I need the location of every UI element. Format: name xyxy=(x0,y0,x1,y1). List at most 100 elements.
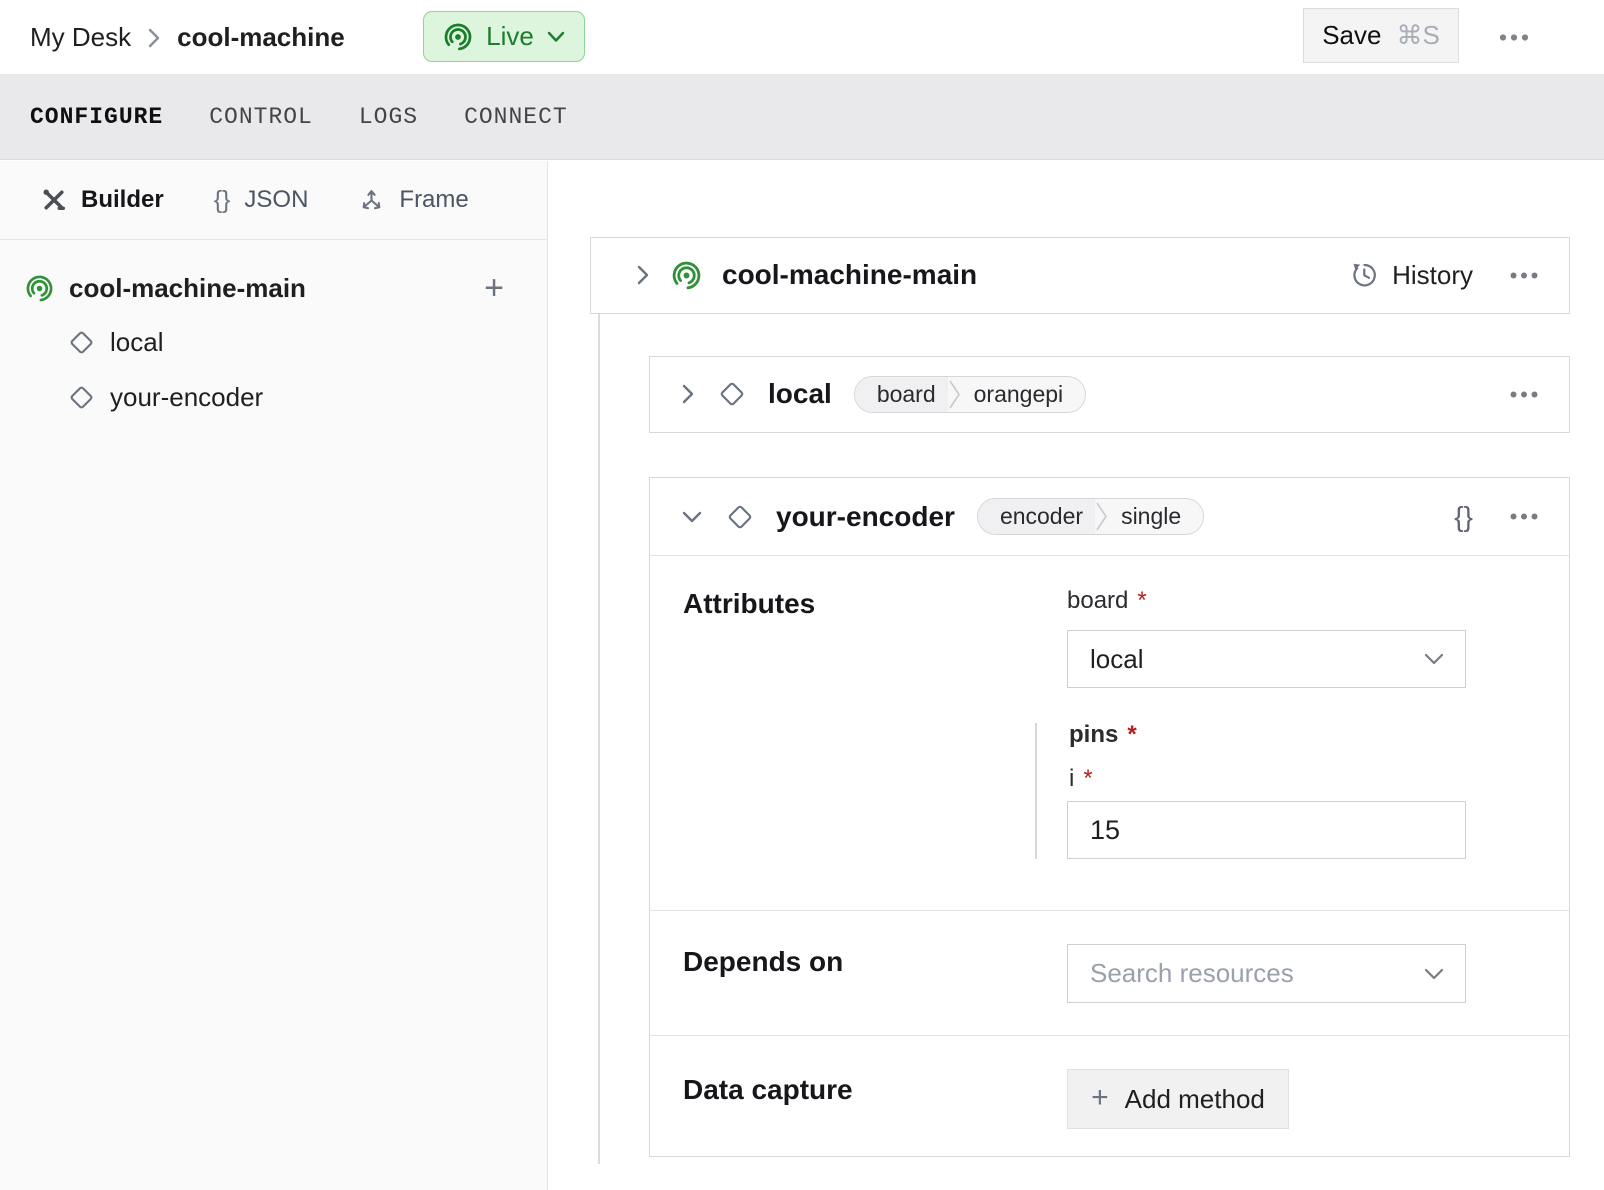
add-method-button[interactable]: + Add method xyxy=(1067,1069,1289,1129)
encoder-type-badge: encoder single xyxy=(977,498,1204,535)
breadcrumb: My Desk cool-machine xyxy=(30,0,345,74)
local-type-badge: board orangepi xyxy=(854,376,1086,413)
required-marker: * xyxy=(1137,587,1146,615)
tab-logs[interactable]: LOGS xyxy=(359,104,418,130)
live-status-dropdown[interactable]: Live xyxy=(423,11,585,62)
encoder-card-title: your-encoder xyxy=(776,501,955,533)
tree-item-machine-root[interactable]: cool-machine-main xyxy=(25,261,306,315)
ellipsis-icon xyxy=(1509,512,1539,521)
mode-json[interactable]: {} JSON xyxy=(214,186,309,215)
tree-item-label: local xyxy=(110,327,163,358)
depends-on-heading: Depends on xyxy=(683,946,843,978)
config-sidebar: Builder {} JSON Frame cool-machine-main … xyxy=(0,161,548,1190)
viam-logo-icon xyxy=(443,22,473,52)
tree-item-your-encoder[interactable]: your-encoder xyxy=(68,370,263,424)
mode-frame-label: Frame xyxy=(399,186,468,214)
machine-card-menu-button[interactable] xyxy=(1507,265,1541,286)
i-field-label: i * xyxy=(1069,765,1093,793)
tree-item-local[interactable]: local xyxy=(68,315,163,369)
history-button-label: History xyxy=(1392,260,1473,291)
i-label-text: i xyxy=(1069,765,1074,793)
viam-logo-icon xyxy=(671,260,702,291)
tab-connect[interactable]: CONNECT xyxy=(464,104,568,130)
mode-builder-label: Builder xyxy=(81,186,164,214)
board-select[interactable]: local xyxy=(1067,630,1466,688)
encoder-card-header: your-encoder encoder single {} xyxy=(650,478,1569,556)
tree-item-label: your-encoder xyxy=(110,382,263,413)
raw-json-toggle-button[interactable]: {} xyxy=(1454,501,1473,533)
component-diamond-icon xyxy=(718,380,746,408)
badge-model: orangepi xyxy=(964,377,1086,412)
pins-label-text: pins xyxy=(1069,721,1118,749)
board-select-value: local xyxy=(1090,644,1143,675)
pins-field-label: pins * xyxy=(1069,721,1137,749)
mode-builder[interactable]: Builder xyxy=(40,186,164,214)
board-field-label: board * xyxy=(1067,587,1147,615)
local-board-card: local board orangepi xyxy=(649,356,1570,433)
mode-frame[interactable]: Frame xyxy=(358,186,468,214)
ellipsis-icon xyxy=(1509,390,1539,399)
expand-local-button[interactable] xyxy=(680,382,696,406)
machine-card: cool-machine-main History xyxy=(590,237,1570,314)
tab-control[interactable]: CONTROL xyxy=(209,104,313,130)
expand-machine-button[interactable] xyxy=(635,263,651,287)
tree-item-label: cool-machine-main xyxy=(69,273,306,304)
badge-type: encoder xyxy=(978,499,1095,534)
save-button-label: Save xyxy=(1322,20,1381,51)
depends-on-placeholder: Search resources xyxy=(1090,958,1294,989)
required-marker: * xyxy=(1127,721,1136,749)
badge-model: single xyxy=(1111,499,1203,534)
tree-connector-line xyxy=(598,314,600,1164)
pins-group-indent-line xyxy=(1035,723,1037,859)
i-pin-input[interactable] xyxy=(1067,801,1466,859)
ellipsis-icon xyxy=(1498,33,1530,42)
board-label-text: board xyxy=(1067,587,1128,615)
page-tab-bar: CONFIGURE CONTROL LOGS CONNECT xyxy=(0,74,1604,160)
chevron-right-icon xyxy=(635,263,651,287)
top-bar: My Desk cool-machine Live Save ⌘S xyxy=(0,0,1604,74)
component-diamond-icon xyxy=(68,329,95,356)
badge-separator-icon xyxy=(1095,499,1111,534)
local-card-title: local xyxy=(768,378,832,410)
tab-configure[interactable]: CONFIGURE xyxy=(30,104,163,130)
add-component-button[interactable]: + xyxy=(474,264,514,312)
badge-separator-icon xyxy=(948,377,964,412)
save-shortcut-hint: ⌘S xyxy=(1396,20,1439,51)
plus-icon: + xyxy=(1091,1081,1109,1115)
history-clock-icon xyxy=(1349,260,1379,290)
add-method-label: Add method xyxy=(1125,1084,1265,1115)
local-card-menu-button[interactable] xyxy=(1507,384,1541,405)
encoder-card: your-encoder encoder single {} Attribute… xyxy=(649,477,1570,1157)
badge-type: board xyxy=(855,377,948,412)
chevron-down-icon xyxy=(547,31,565,43)
frame-axes-icon xyxy=(358,187,385,214)
component-diamond-icon xyxy=(726,503,754,531)
required-marker: * xyxy=(1083,765,1092,793)
section-divider xyxy=(650,1035,1569,1036)
machine-card-title: cool-machine-main xyxy=(722,259,977,291)
tools-icon xyxy=(40,187,67,214)
breadcrumb-current: cool-machine xyxy=(177,22,345,53)
attributes-heading: Attributes xyxy=(683,588,815,620)
chevron-down-icon xyxy=(1423,967,1445,981)
encoder-card-menu-button[interactable] xyxy=(1507,506,1541,527)
save-button[interactable]: Save ⌘S xyxy=(1303,8,1459,63)
chevron-right-icon xyxy=(680,382,696,406)
history-button[interactable]: History xyxy=(1349,260,1473,291)
breadcrumb-root-link[interactable]: My Desk xyxy=(30,22,131,53)
sidebar-mode-switcher: Builder {} JSON Frame xyxy=(0,161,547,240)
topbar-overflow-menu-button[interactable] xyxy=(1492,22,1536,52)
section-divider xyxy=(650,910,1569,911)
curly-braces-icon: {} xyxy=(1454,501,1473,532)
breadcrumb-separator-icon xyxy=(147,27,161,49)
curly-braces-icon: {} xyxy=(214,186,231,215)
live-status-label: Live xyxy=(486,21,534,52)
data-capture-heading: Data capture xyxy=(683,1074,853,1106)
chevron-down-icon xyxy=(1423,652,1445,666)
depends-on-select[interactable]: Search resources xyxy=(1067,944,1466,1003)
ellipsis-icon xyxy=(1509,271,1539,280)
chevron-down-icon xyxy=(680,509,704,525)
viam-logo-icon xyxy=(25,274,54,303)
component-diamond-icon xyxy=(68,384,95,411)
collapse-encoder-button[interactable] xyxy=(680,509,704,525)
